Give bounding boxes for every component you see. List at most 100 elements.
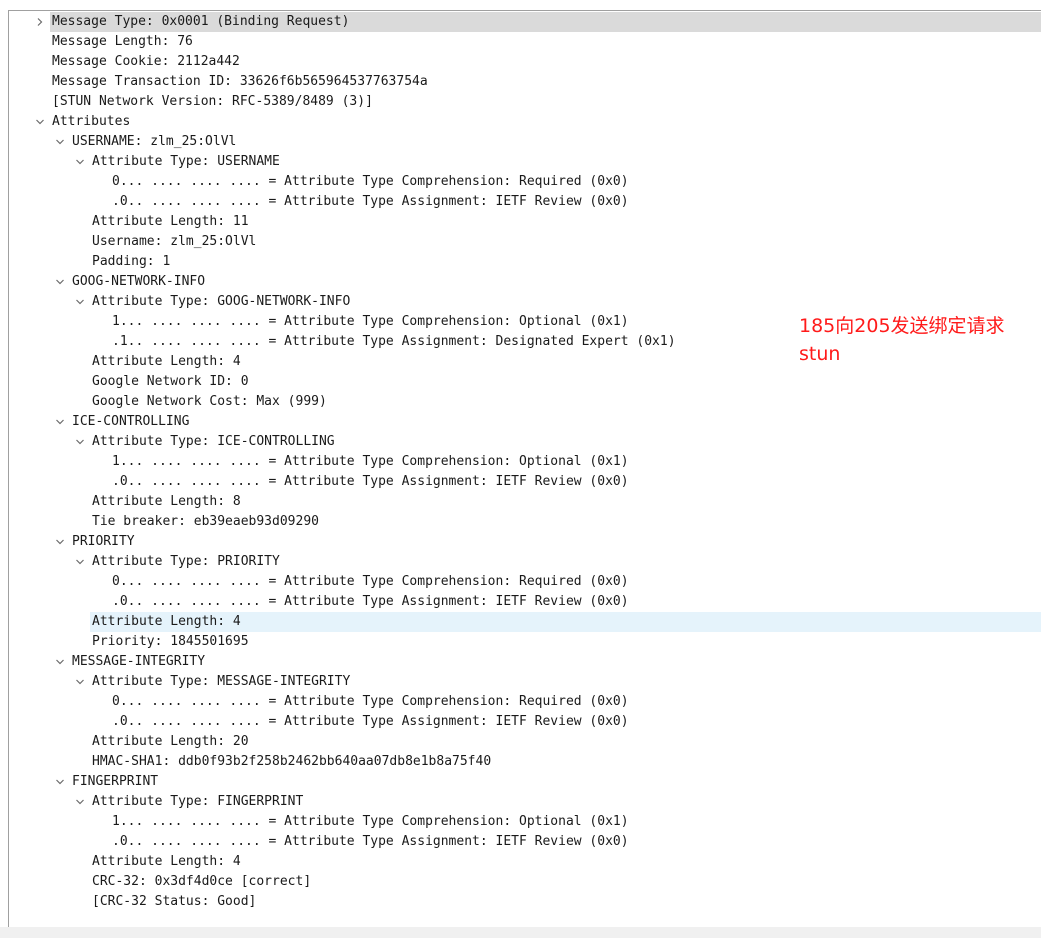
tree-item-attribute-type[interactable]: Attribute Type: MESSAGE-INTEGRITY bbox=[9, 672, 1041, 692]
tree-item-stun-network-version[interactable]: [STUN Network Version: RFC-5389/8489 (3)… bbox=[9, 92, 1041, 112]
annotation-line-1: 185向205发送绑定请求 bbox=[799, 315, 1005, 337]
tree-item-attribute-type[interactable]: Attribute Type: FINGERPRINT bbox=[9, 792, 1041, 812]
tree-item-label: ICE-CONTROLLING bbox=[72, 414, 190, 429]
tree-item-label: FINGERPRINT bbox=[72, 774, 159, 789]
tree-item-attribute-length[interactable]: Attribute Length: 11 bbox=[9, 212, 1041, 232]
tree-item-type-comprehension[interactable]: 0... .... .... .... = Attribute Type Com… bbox=[9, 572, 1041, 592]
tree-item-hmac-sha1[interactable]: HMAC-SHA1: ddb0f93b2f258b2462bb640aa07db… bbox=[9, 752, 1041, 772]
tree-item-priority[interactable]: Priority: 1845501695 bbox=[9, 632, 1041, 652]
tree-item-label: Attribute Type: USERNAME bbox=[92, 154, 280, 169]
packet-details-tree[interactable]: Message Type: 0x0001 (Binding Request) Me… bbox=[8, 10, 1041, 928]
tree-item-attribute-type[interactable]: Attribute Type: ICE-CONTROLLING bbox=[9, 432, 1041, 452]
tree-item-label: 1... .... .... .... = Attribute Type Com… bbox=[112, 314, 629, 329]
tree-item-label: Attribute Type: PRIORITY bbox=[92, 554, 280, 569]
chevron-down-icon[interactable] bbox=[73, 152, 87, 172]
tree-item-label: Attribute Type: MESSAGE-INTEGRITY bbox=[92, 674, 351, 689]
tree-item-label: Attribute Type: FINGERPRINT bbox=[92, 794, 304, 809]
tree-item-label: [STUN Network Version: RFC-5389/8489 (3)… bbox=[52, 94, 373, 109]
chevron-down-icon[interactable] bbox=[33, 112, 47, 132]
tree-item-username[interactable]: Username: zlm_25:OlVl bbox=[9, 232, 1041, 252]
tree-item-attr-goog-network-info[interactable]: GOOG-NETWORK-INFO bbox=[9, 272, 1041, 292]
tree-item-label: Google Network ID: 0 bbox=[92, 374, 249, 389]
tree-item-label: Message Length: 76 bbox=[52, 34, 193, 49]
tree-item-attr-ice-controlling[interactable]: ICE-CONTROLLING bbox=[9, 412, 1041, 432]
tree-item-label: Message Transaction ID: 33626f6b56596453… bbox=[52, 74, 428, 89]
tree-item-label: GOOG-NETWORK-INFO bbox=[72, 274, 206, 289]
tree-item-label: 0... .... .... .... = Attribute Type Com… bbox=[112, 694, 629, 709]
tree-item-label: .0.. .... .... .... = Attribute Type Ass… bbox=[112, 594, 629, 609]
tree-item-label: Attribute Length: 20 bbox=[92, 734, 249, 749]
tree-item-label: Attribute Length: 4 bbox=[92, 354, 241, 369]
chevron-down-icon[interactable] bbox=[73, 792, 87, 812]
tree-item-label: 0... .... .... .... = Attribute Type Com… bbox=[112, 574, 629, 589]
tree-item-label: Tie breaker: eb39eaeb93d09290 bbox=[92, 514, 319, 529]
tree-item-label: Attribute Type: GOOG-NETWORK-INFO bbox=[92, 294, 351, 309]
tree-item-attribute-length[interactable]: Attribute Length: 20 bbox=[9, 732, 1041, 752]
tree-item-attribute-length[interactable]: Attribute Length: 4 bbox=[9, 612, 1041, 632]
tree-item-google-network-cost[interactable]: Google Network Cost: Max (999) bbox=[9, 392, 1041, 412]
tree-item-label: 1... .... .... .... = Attribute Type Com… bbox=[112, 814, 629, 829]
tree-item-type-comprehension[interactable]: 0... .... .... .... = Attribute Type Com… bbox=[9, 692, 1041, 712]
tree-item-attribute-length[interactable]: Attribute Length: 4 bbox=[9, 852, 1041, 872]
chevron-down-icon[interactable] bbox=[53, 132, 67, 152]
tree-item-attr-username[interactable]: USERNAME: zlm_25:OlVl bbox=[9, 132, 1041, 152]
chevron-right-icon[interactable] bbox=[33, 12, 47, 32]
tree-item-label: Attribute Length: 4 bbox=[92, 614, 241, 629]
tree-rows-container: Message Type: 0x0001 (Binding Request) Me… bbox=[9, 12, 1041, 912]
tree-item-label: .0.. .... .... .... = Attribute Type Ass… bbox=[112, 194, 629, 209]
tree-item-attribute-type[interactable]: Attribute Type: PRIORITY bbox=[9, 552, 1041, 572]
chevron-down-icon[interactable] bbox=[53, 772, 67, 792]
tree-item-label: Priority: 1845501695 bbox=[92, 634, 249, 649]
chevron-down-icon[interactable] bbox=[53, 272, 67, 292]
chevron-down-icon[interactable] bbox=[53, 532, 67, 552]
tree-item-type-assignment[interactable]: .0.. .... .... .... = Attribute Type Ass… bbox=[9, 832, 1041, 852]
tree-item-type-assignment[interactable]: .0.. .... .... .... = Attribute Type Ass… bbox=[9, 192, 1041, 212]
chevron-down-icon[interactable] bbox=[53, 412, 67, 432]
tree-item-type-comprehension[interactable]: 0... .... .... .... = Attribute Type Com… bbox=[9, 172, 1041, 192]
chevron-down-icon[interactable] bbox=[53, 652, 67, 672]
tree-item-label: MESSAGE-INTEGRITY bbox=[72, 654, 206, 669]
tree-item-label: Username: zlm_25:OlVl bbox=[92, 234, 257, 249]
panel-bottom-strip bbox=[0, 927, 1041, 938]
tree-item-label: USERNAME: zlm_25:OlVl bbox=[72, 134, 237, 149]
tree-item-type-assignment[interactable]: .0.. .... .... .... = Attribute Type Ass… bbox=[9, 592, 1041, 612]
tree-item-label: PRIORITY bbox=[72, 534, 135, 549]
tree-item-label: 1... .... .... .... = Attribute Type Com… bbox=[112, 454, 629, 469]
tree-item-google-network-id[interactable]: Google Network ID: 0 bbox=[9, 372, 1041, 392]
tree-item-padding[interactable]: Padding: 1 bbox=[9, 252, 1041, 272]
chevron-down-icon[interactable] bbox=[73, 292, 87, 312]
tree-item-transaction-id[interactable]: Message Transaction ID: 33626f6b56596453… bbox=[9, 72, 1041, 92]
tree-item-attribute-type[interactable]: Attribute Type: GOOG-NETWORK-INFO bbox=[9, 292, 1041, 312]
tree-item-label: Attribute Type: ICE-CONTROLLING bbox=[92, 434, 335, 449]
tree-item-type-comprehension[interactable]: 1... .... .... .... = Attribute Type Com… bbox=[9, 812, 1041, 832]
tree-item-attr-priority[interactable]: PRIORITY bbox=[9, 532, 1041, 552]
tree-item-message-length[interactable]: Message Length: 76 bbox=[9, 32, 1041, 52]
tree-item-label: HMAC-SHA1: ddb0f93b2f258b2462bb640aa07db… bbox=[92, 754, 492, 769]
tree-item-label: 0... .... .... .... = Attribute Type Com… bbox=[112, 174, 629, 189]
annotation-line-2: stun bbox=[799, 343, 841, 365]
tree-item-label: .0.. .... .... .... = Attribute Type Ass… bbox=[112, 834, 629, 849]
tree-item-attribute-length[interactable]: Attribute Length: 8 bbox=[9, 492, 1041, 512]
tree-item-attribute-type[interactable]: Attribute Type: USERNAME bbox=[9, 152, 1041, 172]
tree-item-attributes[interactable]: Attributes bbox=[9, 112, 1041, 132]
chevron-down-icon[interactable] bbox=[73, 552, 87, 572]
annotation-note: 185向205发送绑定请求 stun bbox=[799, 312, 1005, 368]
tree-item-label: Message Type: 0x0001 (Binding Request) bbox=[52, 14, 350, 29]
tree-item-message-cookie[interactable]: Message Cookie: 2112a442 bbox=[9, 52, 1041, 72]
tree-item-label: Attribute Length: 8 bbox=[92, 494, 241, 509]
tree-item-label: Attributes bbox=[52, 114, 131, 129]
tree-item-label: Message Cookie: 2112a442 bbox=[52, 54, 240, 69]
tree-item-crc32[interactable]: CRC-32: 0x3df4d0ce [correct] bbox=[9, 872, 1041, 892]
tree-item-type-assignment[interactable]: .0.. .... .... .... = Attribute Type Ass… bbox=[9, 472, 1041, 492]
tree-item-label: [CRC-32 Status: Good] bbox=[92, 894, 257, 909]
tree-item-label: .0.. .... .... .... = Attribute Type Ass… bbox=[112, 474, 629, 489]
tree-item-message-type[interactable]: Message Type: 0x0001 (Binding Request) bbox=[9, 12, 1041, 32]
tree-item-crc32-status[interactable]: [CRC-32 Status: Good] bbox=[9, 892, 1041, 912]
tree-item-tie-breaker[interactable]: Tie breaker: eb39eaeb93d09290 bbox=[9, 512, 1041, 532]
tree-item-attr-fingerprint[interactable]: FINGERPRINT bbox=[9, 772, 1041, 792]
tree-item-type-assignment[interactable]: .0.. .... .... .... = Attribute Type Ass… bbox=[9, 712, 1041, 732]
chevron-down-icon[interactable] bbox=[73, 432, 87, 452]
tree-item-type-comprehension[interactable]: 1... .... .... .... = Attribute Type Com… bbox=[9, 452, 1041, 472]
chevron-down-icon[interactable] bbox=[73, 672, 87, 692]
tree-item-attr-message-integrity[interactable]: MESSAGE-INTEGRITY bbox=[9, 652, 1041, 672]
